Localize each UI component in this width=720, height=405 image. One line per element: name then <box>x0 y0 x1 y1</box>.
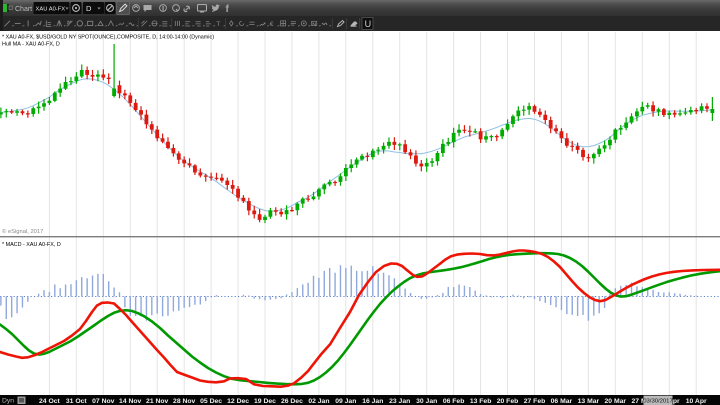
svg-text:06 Mar: 06 Mar <box>551 398 573 405</box>
svg-text:10 Apr: 10 Apr <box>686 398 707 405</box>
svg-text:XAU A0-FX: XAU A0-FX <box>36 7 66 13</box>
svg-text:* MACD - XAU A0-FX, D: * MACD - XAU A0-FX, D <box>2 242 61 248</box>
svg-text:13 Mar: 13 Mar <box>578 398 600 405</box>
svg-text:26 Dec: 26 Dec <box>281 398 303 405</box>
svg-text:€: € <box>270 21 274 28</box>
svg-text:24 Oct: 24 Oct <box>39 398 61 405</box>
svg-text:21 Nov: 21 Nov <box>146 398 169 405</box>
svg-text:T: T <box>216 21 220 28</box>
svg-text:02 Jan: 02 Jan <box>308 398 329 405</box>
svg-text:19 Dec: 19 Dec <box>254 398 276 405</box>
svg-text:20 Feb: 20 Feb <box>497 398 519 405</box>
svg-text:Chart: Chart <box>15 6 32 13</box>
svg-text:Hull MA - XAU A0-FX, D: Hull MA - XAU A0-FX, D <box>2 42 60 48</box>
svg-text:06 Feb: 06 Feb <box>443 398 465 405</box>
svg-text:31 Oct: 31 Oct <box>66 398 88 405</box>
svg-text:* XAU A0-FX, $USD/GOLD NY SPOT: * XAU A0-FX, $USD/GOLD NY SPOT(OUNCE),CO… <box>2 35 214 41</box>
svg-text:13 Feb: 13 Feb <box>470 398 492 405</box>
svg-text:09 Jan: 09 Jan <box>335 398 356 405</box>
svg-text:12 Dec: 12 Dec <box>227 398 249 405</box>
svg-text:16 Jan: 16 Jan <box>362 398 383 405</box>
svg-text:23 Jan: 23 Jan <box>389 398 410 405</box>
svg-text:U: U <box>365 19 372 29</box>
svg-text:D: D <box>86 4 92 13</box>
svg-text:05 Dec: 05 Dec <box>200 398 222 405</box>
svg-text:03/30/2017: 03/30/2017 <box>643 399 672 405</box>
svg-text:14 Nov: 14 Nov <box>119 398 142 405</box>
svg-text:07 Nov: 07 Nov <box>92 398 115 405</box>
svg-text:© eSignal, 2017: © eSignal, 2017 <box>2 228 43 235</box>
svg-text:30 Jan: 30 Jan <box>416 398 437 405</box>
svg-text:27 Feb: 27 Feb <box>524 398 546 405</box>
svg-text:Dyn: Dyn <box>2 398 14 405</box>
svg-text:20 Mar: 20 Mar <box>605 398 627 405</box>
svg-text:28 Nov: 28 Nov <box>173 398 196 405</box>
